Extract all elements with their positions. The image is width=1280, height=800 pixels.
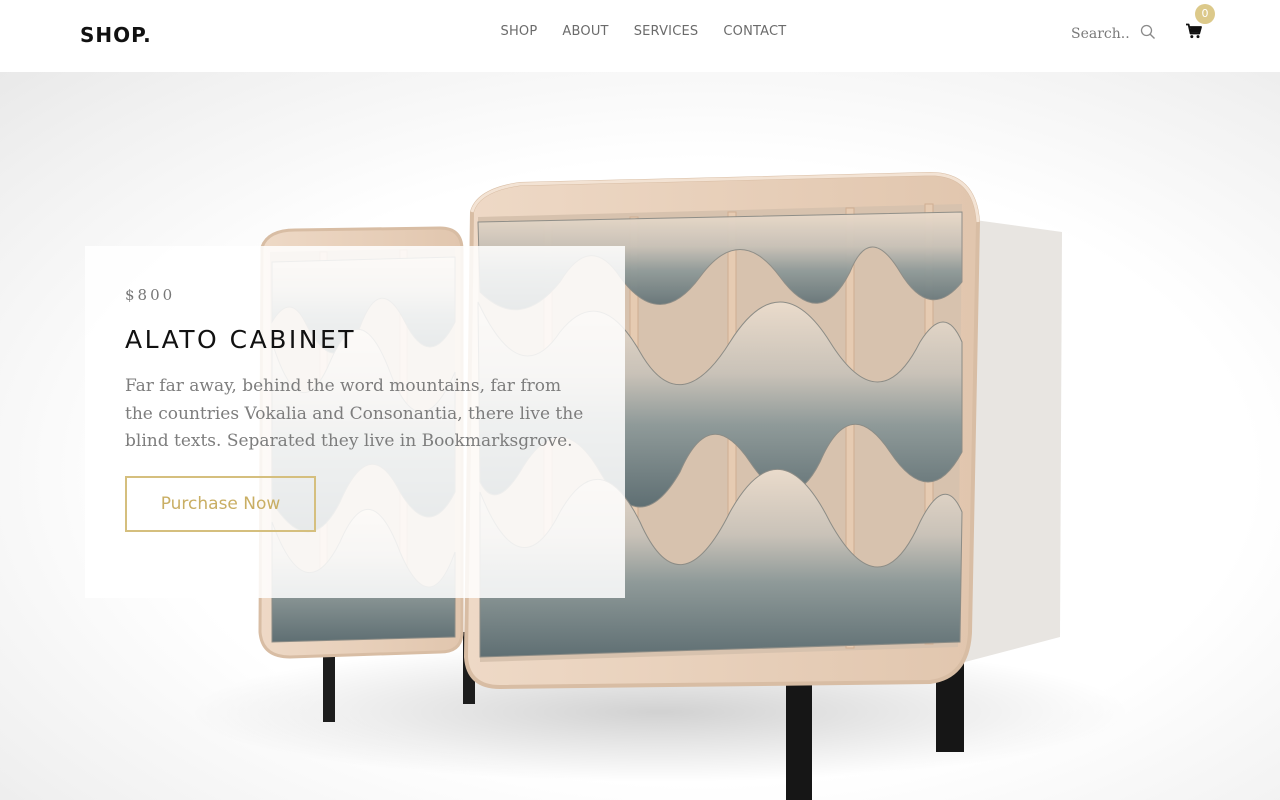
site-header: SHOP. SHOP ABOUT SERVICES CONTACT 0 bbox=[0, 0, 1280, 72]
nav-item-contact: CONTACT bbox=[711, 24, 799, 39]
site-logo[interactable]: SHOP. bbox=[80, 23, 152, 47]
nav-link-services[interactable]: SERVICES bbox=[621, 24, 711, 39]
hero-section: $800 ALATO CABINET Far far away, behind … bbox=[0, 72, 1280, 800]
nav-link-about[interactable]: ABOUT bbox=[550, 24, 621, 39]
nav-item-services: SERVICES bbox=[621, 24, 711, 39]
product-card: $800 ALATO CABINET Far far away, behind … bbox=[85, 246, 625, 598]
product-description: Far far away, behind the word mountains,… bbox=[125, 376, 584, 451]
search-box bbox=[1071, 24, 1161, 44]
nav-link-contact[interactable]: CONTACT bbox=[711, 24, 799, 39]
nav-item-about: ABOUT bbox=[550, 24, 621, 39]
product-title: ALATO CABINET bbox=[125, 325, 357, 354]
search-input[interactable] bbox=[1071, 24, 1137, 44]
main-nav: SHOP ABOUT SERVICES CONTACT bbox=[488, 24, 799, 39]
search-icon[interactable] bbox=[1140, 24, 1156, 40]
cart-icon[interactable] bbox=[1185, 22, 1203, 40]
nav-link-shop[interactable]: SHOP bbox=[488, 24, 550, 39]
purchase-now-button[interactable]: Purchase Now bbox=[125, 475, 316, 532]
cart-count-badge: 0 bbox=[1195, 4, 1215, 24]
nav-item-shop: SHOP bbox=[488, 24, 550, 39]
product-price: $800 bbox=[125, 286, 176, 304]
